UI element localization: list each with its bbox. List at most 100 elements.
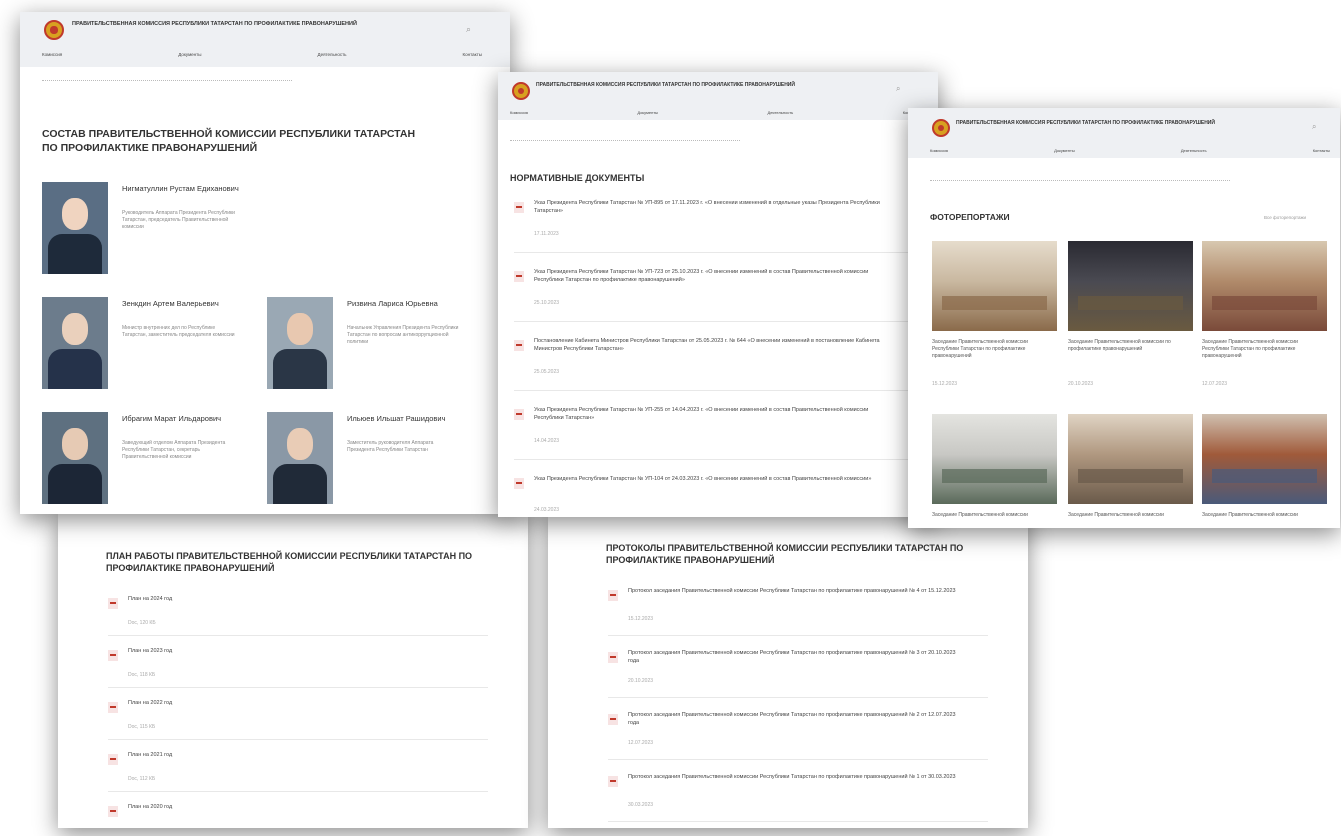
document-title[interactable]: Указ Президента Республики Татарстан № У…	[534, 407, 894, 423]
document-title[interactable]: Протокол заседания Правительственной ком…	[628, 774, 958, 782]
member-name[interactable]: Зенкдин Артем Валерьевич	[122, 299, 242, 310]
site-header: Правительственная комиссия Республики Та…	[498, 72, 938, 120]
document-icon[interactable]	[514, 271, 524, 282]
member-face	[62, 198, 88, 230]
member-position: Руководитель Аппарата Президента Республ…	[122, 210, 235, 230]
member-face	[287, 428, 313, 460]
photo-thumbnail[interactable]	[932, 414, 1057, 504]
breadcrumb[interactable]	[510, 140, 740, 144]
document-icon[interactable]	[108, 650, 118, 661]
nav-item-commission[interactable]: Комиссия	[42, 52, 62, 57]
document-title[interactable]: Указ Президента Республики Татарстан № У…	[534, 200, 894, 216]
document-icon[interactable]	[514, 340, 524, 351]
nav-item-activity[interactable]: Деятельность	[318, 52, 347, 57]
divider	[608, 820, 988, 822]
member-photo	[42, 412, 108, 504]
document-icon[interactable]	[608, 652, 618, 663]
nav-item-documents[interactable]: Документы	[637, 110, 658, 115]
all-photoreports-link[interactable]: Все фоторепортажи	[1264, 215, 1306, 220]
photo-caption[interactable]: Заседание Правительственной комиссии по …	[1068, 339, 1186, 353]
org-name[interactable]: Правительственная комиссия Республики Та…	[536, 82, 836, 88]
coat-of-arms-icon[interactable]	[44, 20, 64, 40]
divider	[108, 635, 488, 637]
nav-item-contacts[interactable]: Контакты	[1313, 148, 1330, 153]
document-title[interactable]: План на 2020 год	[128, 804, 308, 812]
photo-scene-table	[1212, 296, 1317, 310]
document-icon[interactable]	[108, 702, 118, 713]
document-icon[interactable]	[608, 590, 618, 601]
normative-window: Правительственная комиссия Республики Та…	[498, 72, 938, 517]
document-title[interactable]: Указ Президента Республики Татарстан № У…	[534, 476, 894, 484]
photoreports-window: Правительственная комиссия Республики Та…	[908, 108, 1340, 528]
member-name[interactable]: Ильюев Ильшат Рашидович	[347, 414, 467, 425]
document-date: 14.04.2023	[534, 437, 560, 444]
search-icon[interactable]: ⌕	[466, 24, 471, 35]
member-photo	[42, 297, 108, 389]
nav-item-activity[interactable]: Деятельность	[1181, 148, 1207, 153]
member-name[interactable]: Ибрагим Марат Ильдарович	[122, 414, 242, 425]
nav-item-commission[interactable]: Комиссия	[510, 110, 528, 115]
document-title[interactable]: Протокол заседания Правительственной ком…	[628, 588, 958, 596]
plan-window: План работы Правительственной комиссии Р…	[58, 510, 528, 828]
page-title: Состав Правительственной комиссии Респуб…	[42, 128, 416, 155]
document-title[interactable]: Указ Президента Республики Татарстан № У…	[534, 269, 894, 285]
member-face	[287, 313, 313, 345]
photo-thumbnail[interactable]	[1068, 414, 1193, 504]
breadcrumb[interactable]	[42, 80, 292, 84]
photo-thumbnail[interactable]	[1202, 241, 1327, 331]
nav-item-activity[interactable]: Деятельность	[767, 110, 793, 115]
member-position: Министр внутренних дел по Республике Тат…	[122, 325, 235, 338]
divider	[608, 696, 988, 698]
document-icon[interactable]	[108, 754, 118, 765]
document-title[interactable]: План на 2023 год	[128, 648, 308, 656]
photo-thumbnail[interactable]	[1202, 414, 1327, 504]
photo-caption[interactable]: Заседание Правительственной комиссии	[932, 512, 1050, 519]
document-icon[interactable]	[514, 202, 524, 213]
member-name[interactable]: Ризвина Лариса Юрьевна	[347, 299, 467, 310]
coat-of-arms-icon[interactable]	[512, 82, 530, 100]
document-title[interactable]: Постановление Кабинета Министров Республ…	[534, 338, 894, 354]
org-name[interactable]: Правительственная комиссия Республики Та…	[72, 21, 402, 28]
photo-thumbnail[interactable]	[932, 241, 1057, 331]
document-title[interactable]: Протокол заседания Правительственной ком…	[628, 712, 958, 728]
photo-caption[interactable]: Заседание Правительственной комиссии	[1068, 512, 1186, 519]
search-icon[interactable]: ⌕	[896, 84, 900, 94]
document-date: 25.10.2023	[534, 299, 560, 306]
photo-thumbnail[interactable]	[1068, 241, 1193, 331]
document-date: Doc, 112 КБ	[128, 775, 156, 782]
document-date: Doc, 115 КБ	[128, 723, 156, 730]
divider	[608, 758, 988, 760]
member-name[interactable]: Нигматуллин Рустам Едиханович	[122, 184, 242, 195]
divider	[608, 634, 988, 636]
document-title[interactable]: План на 2024 год	[128, 596, 308, 604]
divider	[108, 791, 488, 793]
document-title[interactable]: Протокол заседания Правительственной ком…	[628, 650, 958, 666]
coat-of-arms-icon[interactable]	[932, 119, 950, 137]
photo-caption[interactable]: Заседание Правительственной комиссии Рес…	[1202, 339, 1320, 359]
document-icon[interactable]	[108, 598, 118, 609]
document-icon[interactable]	[608, 776, 618, 787]
nav-item-commission[interactable]: Комиссия	[930, 148, 948, 153]
protocols-title: Протоколы Правительственной комиссии Рес…	[606, 543, 964, 566]
member-suit	[273, 349, 327, 389]
member-suit	[48, 464, 102, 504]
divider	[108, 739, 488, 741]
document-title[interactable]: План на 2021 год	[128, 752, 308, 760]
divider	[514, 389, 914, 391]
nav-item-contacts[interactable]: Контакты	[463, 52, 482, 57]
search-icon[interactable]: ⌕	[1312, 122, 1316, 132]
photo-caption[interactable]: Заседание Правительственной комиссии Рес…	[932, 339, 1050, 359]
photo-date: 12.07.2023	[1202, 381, 1228, 387]
document-icon[interactable]	[608, 714, 618, 725]
nav-item-documents[interactable]: Документы	[1054, 148, 1075, 153]
photo-scene-table	[1078, 296, 1183, 310]
breadcrumb[interactable]	[930, 180, 1230, 184]
nav-item-documents[interactable]: Документы	[178, 52, 201, 57]
org-name[interactable]: Правительственная комиссия Республики Та…	[956, 120, 1256, 126]
document-title[interactable]: План на 2022 год	[128, 700, 308, 708]
document-icon[interactable]	[108, 806, 118, 817]
document-date: 24.03.2023	[534, 506, 560, 513]
document-icon[interactable]	[514, 478, 524, 489]
photo-caption[interactable]: Заседание Правительственной комиссии	[1202, 512, 1320, 519]
document-icon[interactable]	[514, 409, 524, 420]
